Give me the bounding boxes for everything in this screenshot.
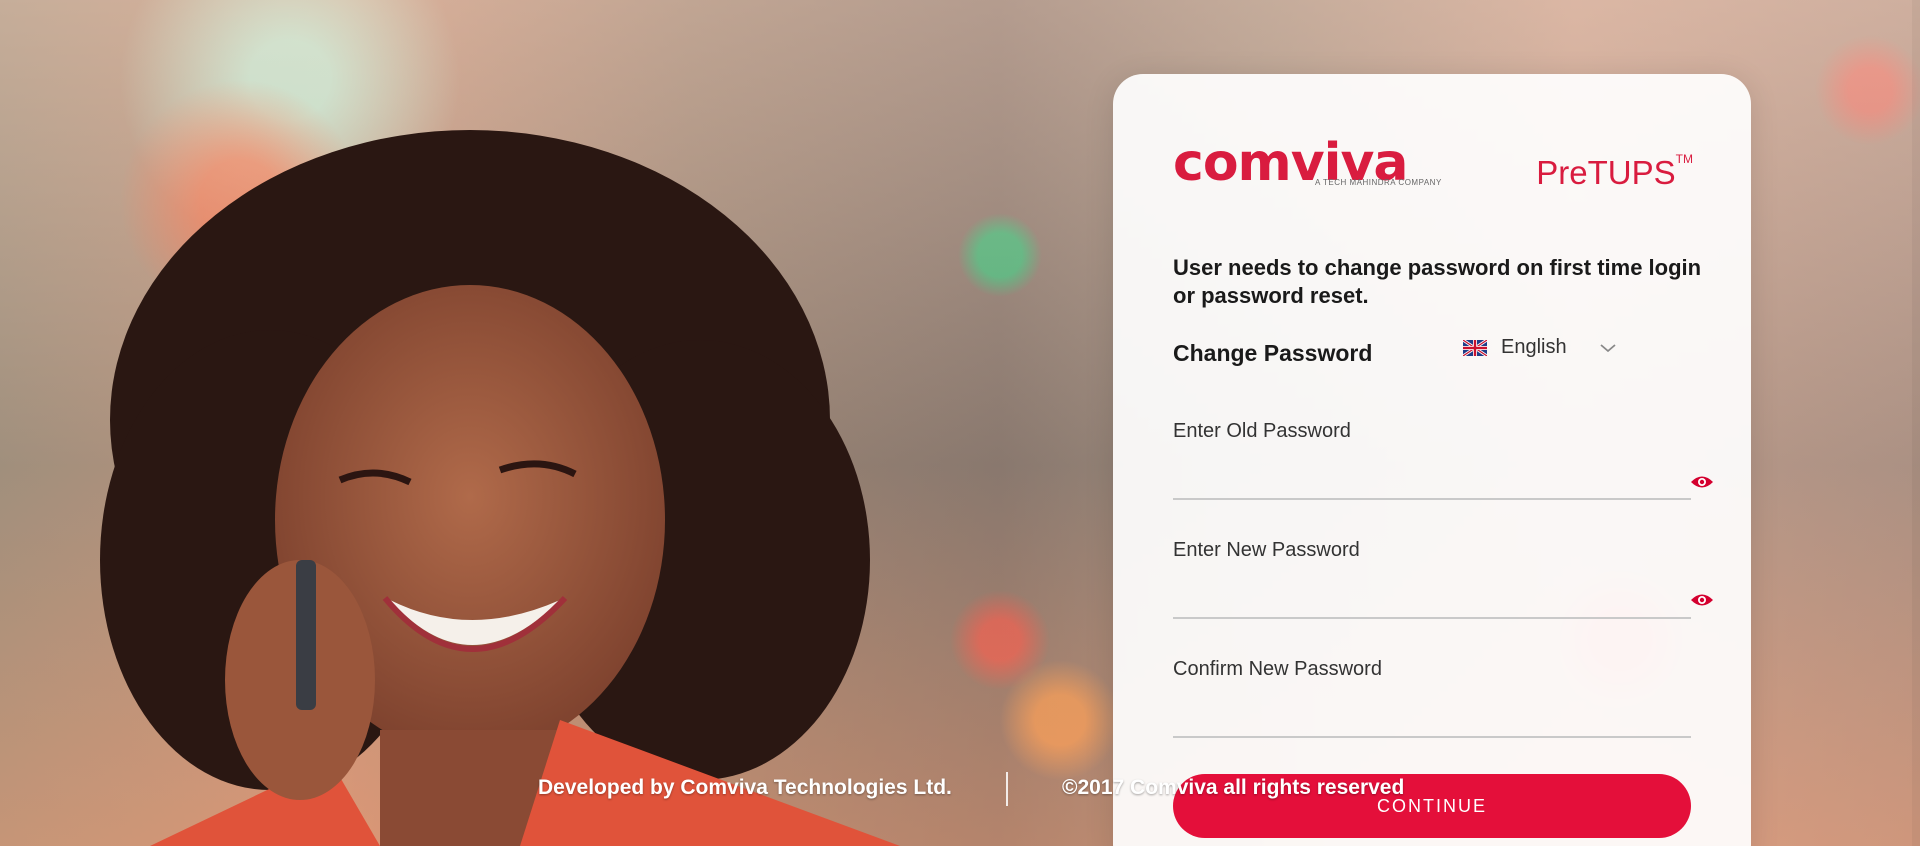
new-password-underline	[1173, 617, 1691, 619]
new-password-label: Enter New Password	[1173, 539, 1360, 561]
footer: Developed by Comviva Technologies Ltd. ©…	[0, 772, 1920, 806]
confirm-password-underline	[1173, 736, 1691, 738]
confirm-password-label: Confirm New Password	[1173, 658, 1382, 680]
language-label: English	[1501, 336, 1567, 358]
uk-flag-icon	[1463, 339, 1487, 356]
confirm-password-field: Confirm New Password	[1173, 658, 1691, 738]
old-password-underline	[1173, 498, 1691, 500]
login-card: comviva A TECH MAHINDRA COMPANY PreTUPST…	[1113, 74, 1751, 846]
login-page: comviva A TECH MAHINDRA COMPANY PreTUPST…	[0, 0, 1920, 846]
language-selector[interactable]: English	[1463, 336, 1617, 359]
hero-photo	[100, 130, 900, 846]
show-old-password-eye-icon[interactable]	[1690, 474, 1714, 490]
page-title: Change Password	[1173, 340, 1373, 366]
product-logo: PreTUPSTM	[1536, 152, 1693, 192]
brand-header: comviva A TECH MAHINDRA COMPANY PreTUPST…	[1173, 134, 1693, 204]
new-password-field: Enter New Password	[1173, 539, 1691, 619]
old-password-field: Enter Old Password	[1173, 420, 1691, 500]
show-new-password-eye-icon[interactable]	[1690, 592, 1714, 608]
password-change-notice: User needs to change password on first t…	[1173, 255, 1702, 308]
confirm-password-input[interactable]	[1173, 696, 1677, 728]
footer-developer: Developed by Comviva Technologies Ltd.	[538, 776, 952, 799]
footer-copyright: ©2017 Comviva all rights reserved	[1062, 776, 1405, 799]
old-password-label: Enter Old Password	[1173, 420, 1351, 442]
trademark-mark: TM	[1675, 152, 1693, 166]
product-name: PreTUPS	[1536, 154, 1676, 191]
new-password-input[interactable]	[1173, 577, 1677, 609]
logo-tagline: A TECH MAHINDRA COMPANY	[1315, 178, 1442, 187]
footer-divider	[1006, 772, 1008, 806]
chevron-down-icon	[1600, 343, 1616, 352]
old-password-input[interactable]	[1173, 458, 1677, 490]
page-scrollbar[interactable]	[1912, 0, 1920, 846]
